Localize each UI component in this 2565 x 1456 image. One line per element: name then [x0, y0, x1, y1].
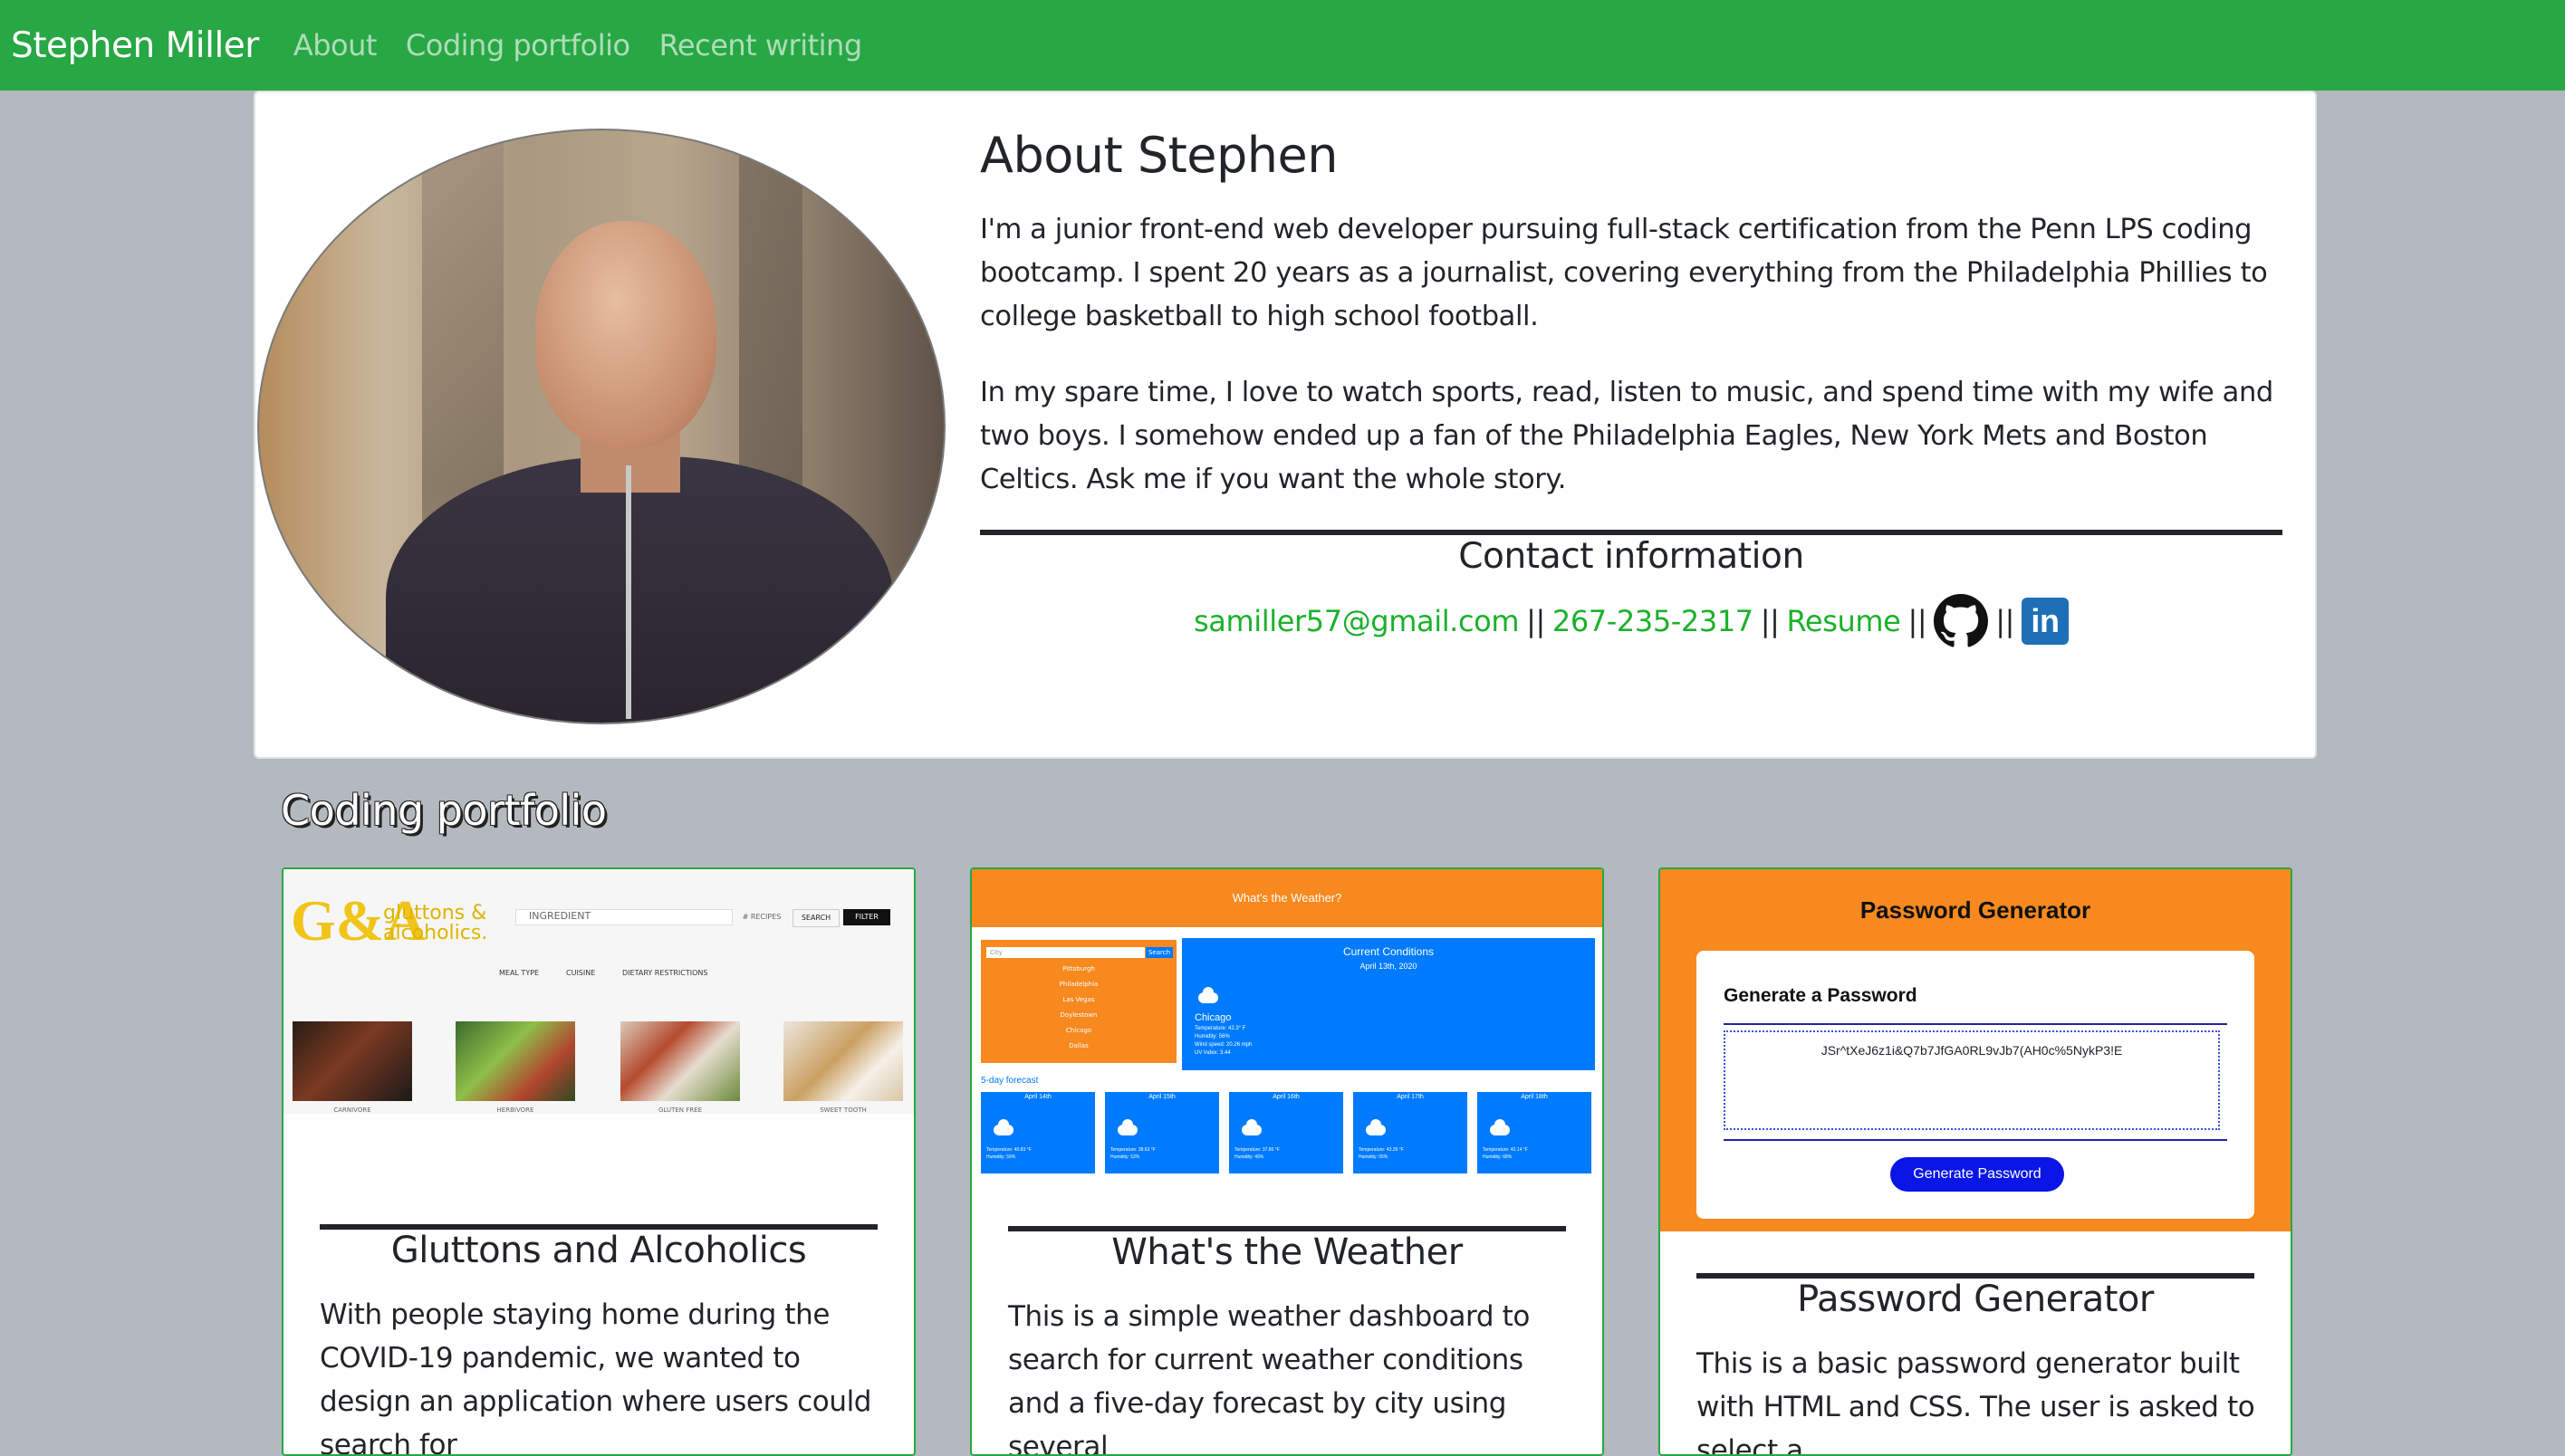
forecast-card: April 14th Temperature: 40.83 °F Humidity… [981, 1092, 1095, 1173]
forecast-card: April 17th Temperature: 43.35 °F Humidity… [1353, 1092, 1467, 1173]
weather-city-input: City [986, 947, 1145, 958]
project-screenshot[interactable]: G&A gluttons & alcoholics. INGREDIENT # … [283, 869, 914, 1114]
cloud-icon [1242, 1119, 1262, 1135]
ga-filter-button: FILTER [843, 909, 890, 925]
project-screenshot[interactable]: Password Generator Generate a Password J… [1660, 869, 2291, 1231]
contact-line: samiller57@gmail.com || 267-235-2317 || … [980, 589, 2282, 654]
forecast-card: April 15th Temperature: 38.63 °F Humidity… [1105, 1092, 1219, 1173]
cloud-icon [1366, 1119, 1386, 1135]
contact-title: Contact information [1458, 536, 1804, 577]
carnivore-image [293, 1021, 412, 1101]
about-card: About Stephen I'm a junior front-end web… [254, 91, 2317, 759]
weather-forecast-label: 5-day forecast [981, 1076, 1039, 1086]
weather-sidebar: City Search Pittsburgh Philadelphia Las … [981, 940, 1177, 1063]
separator: || [1907, 604, 1927, 638]
password-box: JSr^tXeJ6z1i&Q7b7JfGA0RL9vJb7(AH0c%5NykP… [1724, 1023, 2227, 1141]
ga-caption: CARNIVORE [333, 1106, 371, 1114]
password-card: Generate a Password JSr^tXeJ6z1i&Q7b7JfG… [1696, 951, 2254, 1219]
nav-link-about[interactable]: About [293, 28, 378, 62]
ga-recipes: # RECIPES [742, 913, 782, 921]
navbar: Stephen Miller About Coding portfolio Re… [0, 0, 2565, 91]
weather-city-item: Philadelphia [1059, 981, 1099, 988]
weather-city-item: Pittsburgh [1062, 965, 1095, 972]
ga-menu-item: CUISINE [566, 969, 596, 977]
separator: || [1526, 604, 1545, 638]
separator: || [1760, 604, 1780, 638]
brand-link[interactable]: Stephen Miller [11, 25, 259, 66]
profile-photo [257, 129, 946, 724]
weather-header: What's the Weather? [972, 869, 1602, 927]
sweet-tooth-image [783, 1021, 903, 1101]
password-output: JSr^tXeJ6z1i&Q7b7JfGA0RL9vJb7(AH0c%5NykP… [1724, 1030, 2220, 1130]
forecast-card: April 16th Temperature: 37.86 °F Humidity… [1229, 1092, 1343, 1173]
ga-caption: GLUTEN FREE [658, 1106, 702, 1114]
ga-logo-text: gluttons & alcoholics. [383, 902, 488, 944]
github-icon[interactable] [1934, 594, 1989, 648]
ga-menu-item: DIETARY RESTRICTIONS [622, 969, 708, 977]
project-card-weather[interactable]: What's the Weather? City Search Pittsbur… [970, 867, 1604, 1456]
about-paragraph-2: In my spare time, I love to watch sports… [980, 377, 2273, 495]
portfolio-heading: Coding portfolio [281, 786, 607, 835]
weather-search-button: Search [1146, 947, 1173, 958]
nav-link-recent-writing[interactable]: Recent writing [659, 28, 863, 62]
generate-password-button: Generate Password [1890, 1157, 2064, 1192]
weather-city-item: Dallas [1069, 1042, 1089, 1049]
cloud-icon [1118, 1119, 1138, 1135]
weather-current: Current Conditions April 13th, 2020 Chic… [1182, 938, 1595, 1070]
email-link[interactable]: samiller57@gmail.com [1194, 604, 1519, 638]
project-description: With people staying home during the COVI… [320, 1298, 872, 1456]
weather-city-item: Doylestown [1060, 1011, 1098, 1019]
resume-link[interactable]: Resume [1787, 604, 1901, 638]
password-header: Password Generator [1859, 896, 2091, 924]
project-card-gluttons[interactable]: G&A gluttons & alcoholics. INGREDIENT # … [282, 867, 916, 1456]
gluten-free-image [620, 1021, 740, 1101]
linkedin-icon[interactable]: in [2021, 598, 2069, 645]
nav-link-coding-portfolio[interactable]: Coding portfolio [406, 28, 630, 62]
phone-link[interactable]: 267-235-2317 [1552, 604, 1753, 638]
cloud-icon [994, 1119, 1014, 1135]
ga-search-button: SEARCH [793, 909, 840, 927]
weather-city-item: Las Vegas [1062, 996, 1095, 1003]
contact-divider [980, 530, 2282, 535]
cloud-icon [1490, 1119, 1510, 1135]
herbivore-image [456, 1021, 575, 1101]
ga-menu-item: MEAL TYPE [499, 969, 540, 977]
project-description: This is a basic password generator built… [1696, 1347, 2255, 1456]
about-paragraph-1: I'm a junior front-end web developer pur… [980, 214, 2268, 332]
project-card-password[interactable]: Password Generator Generate a Password J… [1658, 867, 2292, 1456]
ga-search-input: INGREDIENT [515, 909, 733, 925]
ga-caption: HERBIVORE [496, 1106, 534, 1114]
project-title[interactable]: Gluttons and Alcoholics [283, 1230, 914, 1271]
separator: || [1995, 604, 2014, 638]
project-description: This is a simple weather dashboard to se… [1008, 1300, 1530, 1456]
cloud-icon [1198, 987, 1218, 1003]
password-card-title: Generate a Password [1724, 985, 1917, 1006]
forecast-card: April 18th Temperature: 42.14 °F Humidity… [1477, 1092, 1591, 1173]
ga-caption: SWEET TOOTH [820, 1106, 867, 1114]
project-screenshot[interactable]: What's the Weather? City Search Pittsbur… [972, 869, 1602, 1177]
about-title: About Stephen [980, 127, 1338, 184]
project-title[interactable]: Password Generator [1660, 1279, 2291, 1320]
project-title[interactable]: What's the Weather [972, 1231, 1602, 1273]
weather-city-item: Chicago [1065, 1027, 1092, 1034]
